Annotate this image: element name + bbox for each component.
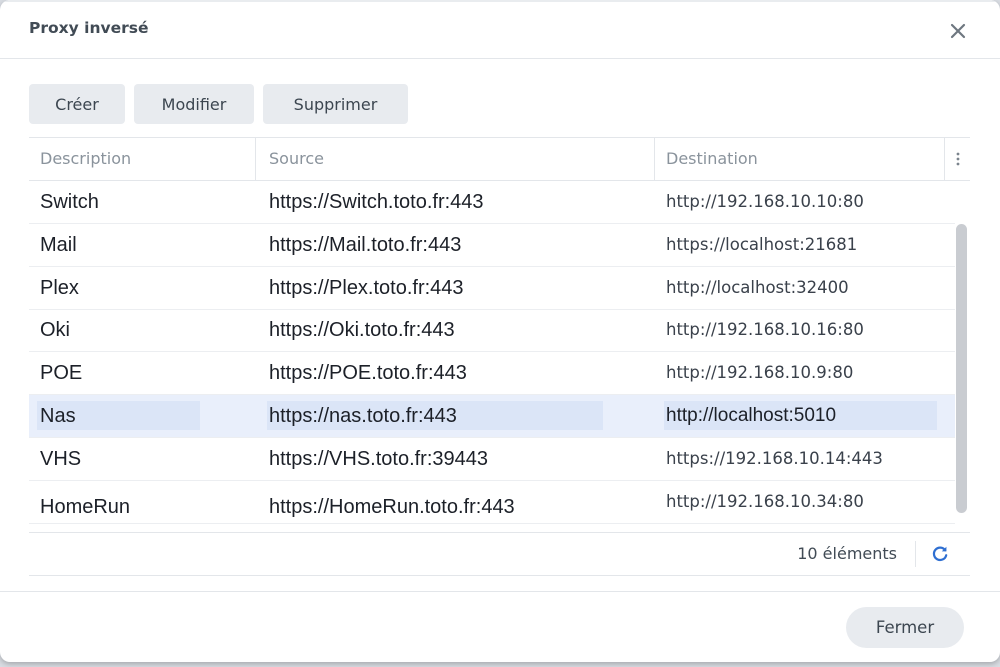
table-row[interactable]: Plex https://Plex.toto.fr:443 http://loc…	[29, 267, 955, 310]
cell-description: Switch	[40, 191, 99, 213]
cell-description: Mail	[40, 234, 77, 256]
footer-divider	[0, 591, 1000, 592]
cell-source: https://VHS.toto.fr:39443	[269, 448, 489, 470]
cell-destination: http://192.168.10.16:80	[666, 320, 864, 339]
column-header-source[interactable]: Source	[269, 138, 324, 180]
table-row[interactable]: VHS https://VHS.toto.fr:39443 https://19…	[29, 438, 955, 481]
column-options-button[interactable]	[946, 138, 970, 180]
cell-source: https://Plex.toto.fr:443	[269, 277, 464, 299]
create-button[interactable]: Créer	[29, 84, 125, 124]
delete-button[interactable]: Supprimer	[263, 84, 408, 124]
table-row-selected[interactable]: Nas https://nas.toto.fr:443 http://local…	[29, 395, 955, 438]
cell-description: VHS	[40, 448, 82, 470]
column-header-destination[interactable]: Destination	[666, 138, 758, 180]
edit-button[interactable]: Modifier	[134, 84, 254, 124]
table-scrollbar[interactable]	[956, 224, 967, 513]
cell-description: Plex	[40, 277, 79, 299]
table-row[interactable]: POE https://POE.toto.fr:443 http://192.1…	[29, 352, 955, 395]
cell-description: POE	[40, 362, 83, 384]
cell-source: https://POE.toto.fr:443	[269, 362, 467, 384]
dialog-header: Proxy inversé	[0, 0, 1000, 59]
cell-source: https://Switch.toto.fr:443	[269, 191, 484, 213]
cell-destination: http://192.168.10.10:80	[666, 192, 864, 211]
table-footer: 10 éléments	[29, 532, 970, 575]
cell-source: https://Oki.toto.fr:443	[269, 319, 455, 341]
cell-destination: https://192.168.10.14:443	[666, 449, 883, 468]
refresh-icon	[932, 546, 948, 562]
column-header-description[interactable]: Description	[40, 138, 131, 180]
column-resize-handle[interactable]	[654, 138, 655, 180]
cell-destination: http://192.168.10.34:80	[666, 492, 864, 511]
table-row[interactable]: Oki https://Oki.toto.fr:443 http://192.1…	[29, 309, 955, 352]
dialog-title: Proxy inversé	[29, 19, 149, 37]
proxy-rules-table: Description Source Destination Switch ht…	[29, 137, 970, 576]
table-row[interactable]: HomeRun https://HomeRun.toto.fr:443 http…	[29, 481, 955, 524]
cell-destination: http://localhost:5010	[666, 405, 837, 426]
table-header: Description Source Destination	[29, 138, 970, 181]
cell-destination: https://localhost:21681	[666, 235, 858, 254]
cell-source: https://HomeRun.toto.fr:443	[269, 496, 515, 518]
column-resize-handle[interactable]	[944, 138, 945, 180]
cell-source: https://Mail.toto.fr:443	[269, 234, 462, 256]
cell-description: Nas	[40, 405, 76, 427]
table-body: Switch https://Switch.toto.fr:443 http:/…	[29, 181, 970, 531]
cell-destination: http://localhost:32400	[666, 278, 849, 297]
item-count: 10 éléments	[797, 544, 897, 563]
close-icon	[950, 23, 966, 39]
table-row[interactable]: Mail https://Mail.toto.fr:443 https://lo…	[29, 224, 955, 267]
column-resize-handle[interactable]	[255, 138, 256, 180]
refresh-button[interactable]	[927, 541, 953, 567]
reverse-proxy-dialog: Proxy inversé Créer Modifier Supprimer D…	[0, 0, 1000, 662]
close-dialog-button[interactable]: Fermer	[846, 607, 964, 648]
cell-source: https://nas.toto.fr:443	[269, 405, 457, 427]
vertical-dots-icon	[956, 152, 960, 166]
close-button[interactable]	[944, 17, 972, 45]
cell-description: HomeRun	[40, 496, 131, 518]
footer-separator	[915, 541, 916, 567]
cell-description: Oki	[40, 319, 70, 341]
table-row[interactable]: Switch https://Switch.toto.fr:443 http:/…	[29, 181, 955, 224]
cell-destination: http://192.168.10.9:80	[666, 363, 854, 382]
